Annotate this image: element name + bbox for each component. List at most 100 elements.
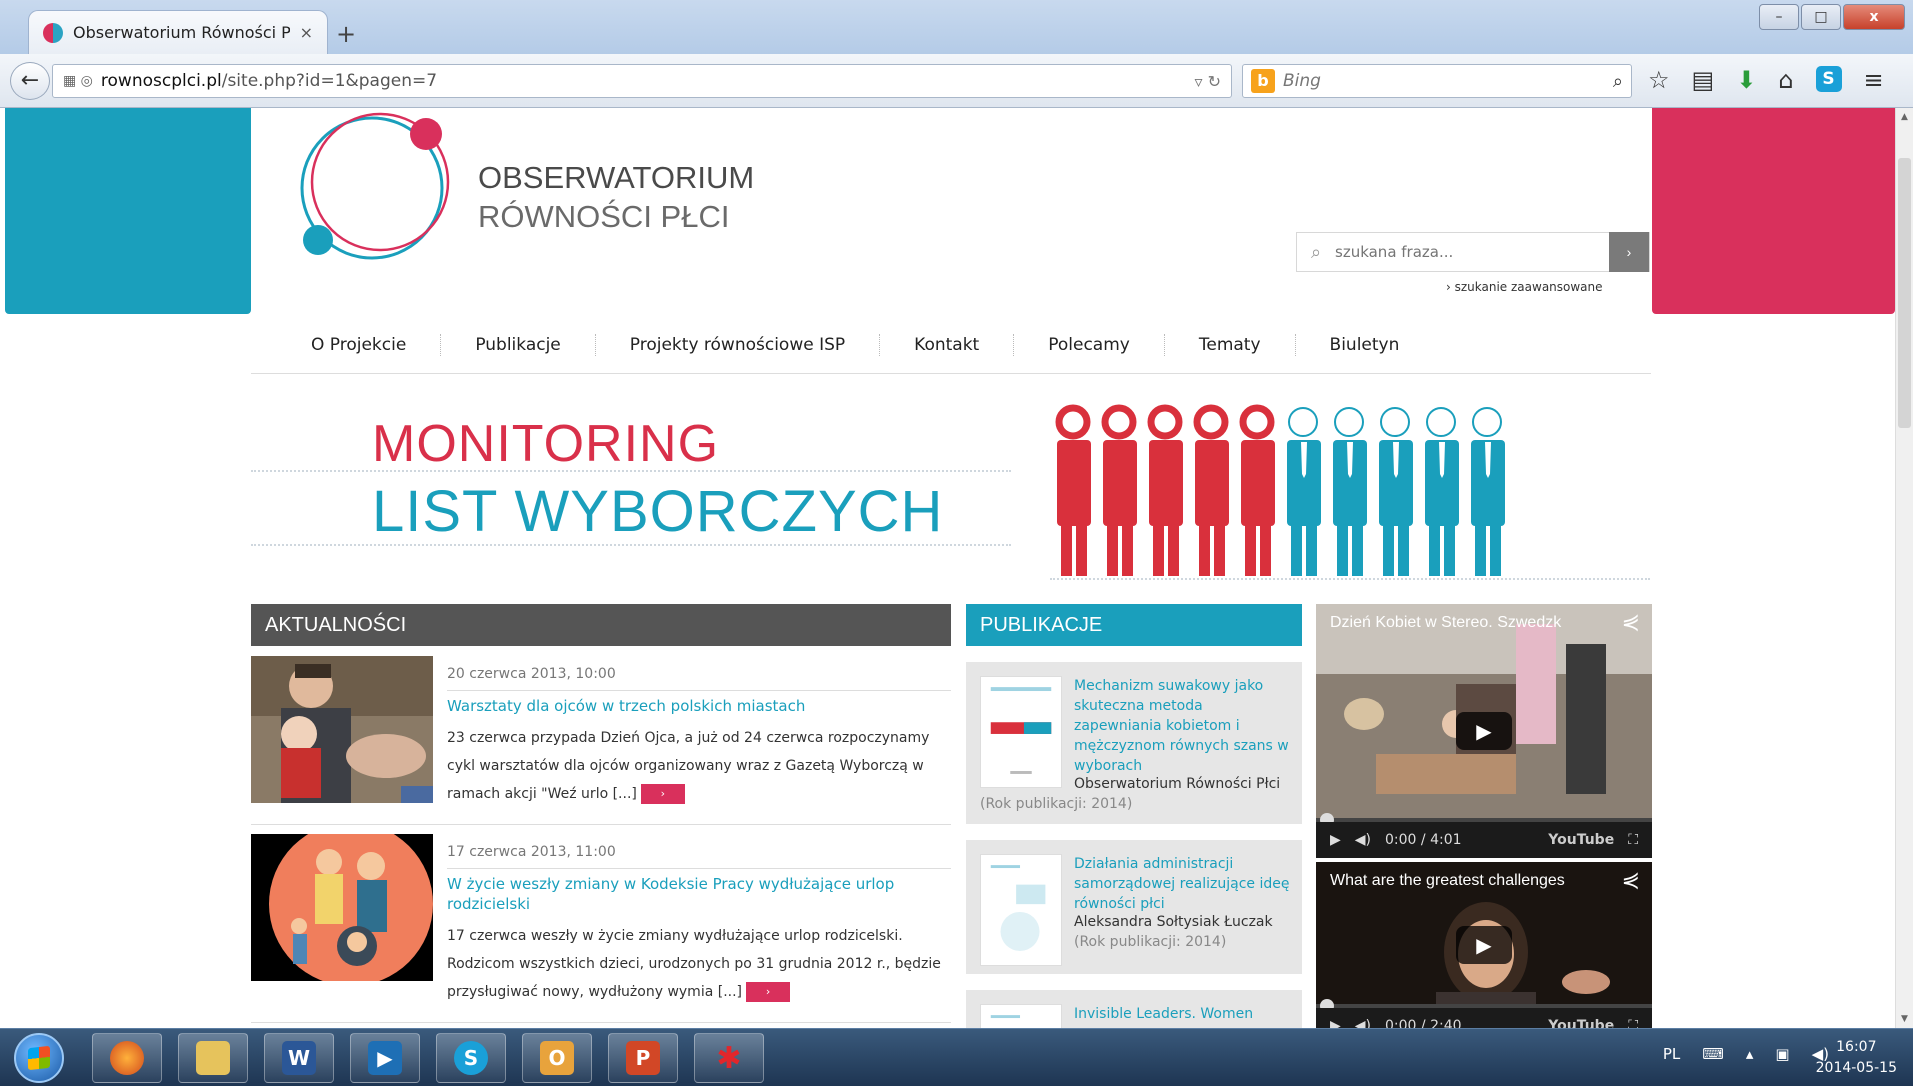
taskbar-word[interactable]: W: [264, 1033, 334, 1083]
play-icon[interactable]: ▶: [1456, 926, 1512, 964]
video-title[interactable]: What are the greatest challenges: [1330, 872, 1600, 890]
taskbar-explorer[interactable]: [178, 1033, 248, 1083]
show-hidden-icons[interactable]: ▴: [1746, 1045, 1754, 1063]
nav-publikacje[interactable]: Publikacje: [440, 333, 594, 356]
network-icon[interactable]: ▣: [1775, 1045, 1789, 1063]
play-icon[interactable]: ▶: [1330, 1018, 1341, 1028]
taskbar-firefox[interactable]: [92, 1033, 162, 1083]
youtube-logo-icon[interactable]: YouTube: [1548, 832, 1614, 848]
powerpoint-icon: P: [626, 1041, 660, 1075]
read-more-button[interactable]: ›: [640, 784, 685, 804]
publication-item[interactable]: Mechanizm suwakowy jako skuteczna metoda…: [966, 662, 1302, 824]
nav-o-projekcie[interactable]: O Projekcie: [251, 334, 440, 356]
publication-title-link[interactable]: Działania administracji samorządowej rea…: [1074, 854, 1294, 914]
browser-tab[interactable]: Obserwatorium Równości Płci ... ×: [28, 10, 328, 54]
home-icon[interactable]: ⌂: [1778, 66, 1793, 94]
publications-header: PUBLIKACJE: [966, 604, 1302, 646]
close-tab-icon[interactable]: ×: [300, 23, 313, 42]
site-search-input[interactable]: [1335, 243, 1609, 261]
language-indicator[interactable]: PL: [1663, 1045, 1680, 1063]
news-date: 20 czerwca 2013, 10:00: [447, 666, 616, 682]
news-title-link[interactable]: Warsztaty dla ojców w trzech polskich mi…: [447, 696, 951, 716]
publication-title-link[interactable]: Mechanizm suwakowy jako skuteczna metoda…: [1074, 676, 1294, 776]
back-button[interactable]: ←: [10, 62, 50, 100]
news-date: 17 czerwca 2013, 11:00: [447, 844, 616, 860]
news-photo-father-child[interactable]: [251, 656, 433, 803]
publication-author: Obserwatorium Równości Płci: [1074, 776, 1281, 792]
banner-figures-illustration[interactable]: [1045, 404, 1525, 582]
scrollbar-thumb[interactable]: [1898, 158, 1911, 428]
publication-year: (Rok publikacji: 2014): [1074, 934, 1227, 950]
windows-logo-icon: [28, 1045, 50, 1071]
youtube-logo-icon[interactable]: YouTube: [1548, 1018, 1614, 1028]
woman-figure-icon: [1193, 404, 1229, 576]
man-figure-icon: [1471, 407, 1505, 576]
news-illustration-family[interactable]: [251, 834, 433, 981]
minimize-button[interactable]: –: [1759, 4, 1799, 30]
fullscreen-icon[interactable]: ⛶: [1628, 1018, 1638, 1028]
publication-item[interactable]: Invisible Leaders. Women: [966, 990, 1302, 1028]
media-player-icon: ▶: [368, 1041, 402, 1075]
banner-title-line1[interactable]: MONITORING: [372, 414, 719, 474]
new-tab-button[interactable]: +: [336, 20, 356, 48]
fullscreen-icon[interactable]: ⛶: [1628, 832, 1638, 848]
skype-addon-icon[interactable]: S: [1815, 66, 1842, 92]
woman-figure-icon: [1055, 404, 1091, 576]
browser-navbar: ← ▦ ◎ rownoscplci.pl /site.php?id=1&page…: [0, 54, 1913, 108]
read-more-button[interactable]: ›: [746, 982, 791, 1002]
publication-title-link[interactable]: Invisible Leaders. Women: [1074, 1004, 1294, 1024]
site-search-box: ⌕ ›: [1296, 232, 1650, 272]
taskbar-clock[interactable]: 16:07 2014-05-15: [1816, 1037, 1897, 1079]
maximize-button[interactable]: □: [1801, 4, 1841, 30]
site-logo-icon[interactable]: [284, 108, 464, 280]
taskbar-outlook[interactable]: O: [522, 1033, 592, 1083]
man-figure-icon: [1425, 407, 1459, 576]
download-icon[interactable]: ⬇: [1736, 66, 1756, 94]
volume-icon[interactable]: ◀): [1355, 832, 1371, 848]
publication-item[interactable]: Działania administracji samorządowej rea…: [966, 840, 1302, 974]
taskbar-media-player[interactable]: ▶: [350, 1033, 420, 1083]
bing-logo-icon[interactable]: b: [1251, 69, 1275, 93]
advanced-search-link[interactable]: › szukanie zaawansowane: [1446, 280, 1603, 294]
menu-icon[interactable]: ≡: [1864, 66, 1884, 94]
man-figure-icon: [1333, 407, 1367, 576]
share-icon[interactable]: ⋞: [1622, 868, 1640, 893]
taskbar-powerpoint[interactable]: P: [608, 1033, 678, 1083]
video-player[interactable]: Dzień Kobiet w Stereo. Szwedzk ⋞ ▶ ▶ ◀) …: [1316, 604, 1652, 858]
start-button[interactable]: [14, 1033, 64, 1083]
news-title-link[interactable]: W życie weszły zmiany w Kodeksie Pracy w…: [447, 874, 951, 914]
play-icon[interactable]: ▶: [1456, 712, 1512, 750]
publication-cover-thumbnail[interactable]: [980, 854, 1062, 966]
nav-kontakt[interactable]: Kontakt: [879, 333, 1013, 356]
address-bar[interactable]: ▦ ◎ rownoscplci.pl /site.php?id=1&pagen=…: [52, 64, 1232, 98]
video-title[interactable]: Dzień Kobiet w Stereo. Szwedzk: [1330, 614, 1600, 632]
reading-list-icon[interactable]: ▤: [1692, 66, 1715, 94]
volume-icon[interactable]: ◀): [1355, 1018, 1371, 1028]
publication-cover-thumbnail[interactable]: [980, 1004, 1062, 1028]
bookmark-star-icon[interactable]: ☆: [1648, 66, 1670, 94]
scroll-up-arrow-icon[interactable]: ▲: [1896, 112, 1913, 122]
publication-cover-thumbnail[interactable]: [980, 676, 1062, 788]
nav-polecamy[interactable]: Polecamy: [1013, 333, 1164, 356]
close-window-button[interactable]: x: [1843, 4, 1905, 30]
keyboard-icon[interactable]: ⌨: [1702, 1045, 1724, 1063]
search-icon[interactable]: ⌕: [1613, 71, 1623, 92]
reload-icon[interactable]: ▿ ↻: [1194, 72, 1221, 91]
man-figure-icon: [1379, 407, 1413, 576]
site-search-button[interactable]: ›: [1609, 232, 1649, 272]
nav-biuletyn[interactable]: Biuletyn: [1294, 333, 1434, 356]
taskbar-skype[interactable]: S: [436, 1033, 506, 1083]
browser-search-bar[interactable]: b Bing ⌕: [1242, 64, 1632, 98]
banner-title-line2[interactable]: LIST WYBORCZYCH: [372, 478, 943, 545]
nav-tematy[interactable]: Tematy: [1163, 333, 1295, 356]
page-scrollbar[interactable]: ▲ ▼: [1895, 108, 1913, 1028]
scroll-down-arrow-icon[interactable]: ▼: [1896, 1014, 1913, 1024]
nav-projekty[interactable]: Projekty równościowe ISP: [594, 333, 879, 356]
play-icon[interactable]: ▶: [1330, 832, 1341, 848]
url-domain: rownoscplci.pl: [100, 71, 222, 91]
video-player[interactable]: What are the greatest challenges ⋞ ▶ ▶ ◀…: [1316, 862, 1652, 1028]
identity-icon[interactable]: ▦ ◎: [63, 73, 93, 89]
news-excerpt-text: 23 czerwca przypada Dzień Ojca, a już od…: [447, 730, 930, 802]
taskbar-app-red[interactable]: ✱: [694, 1033, 764, 1083]
share-icon[interactable]: ⋞: [1622, 610, 1640, 635]
